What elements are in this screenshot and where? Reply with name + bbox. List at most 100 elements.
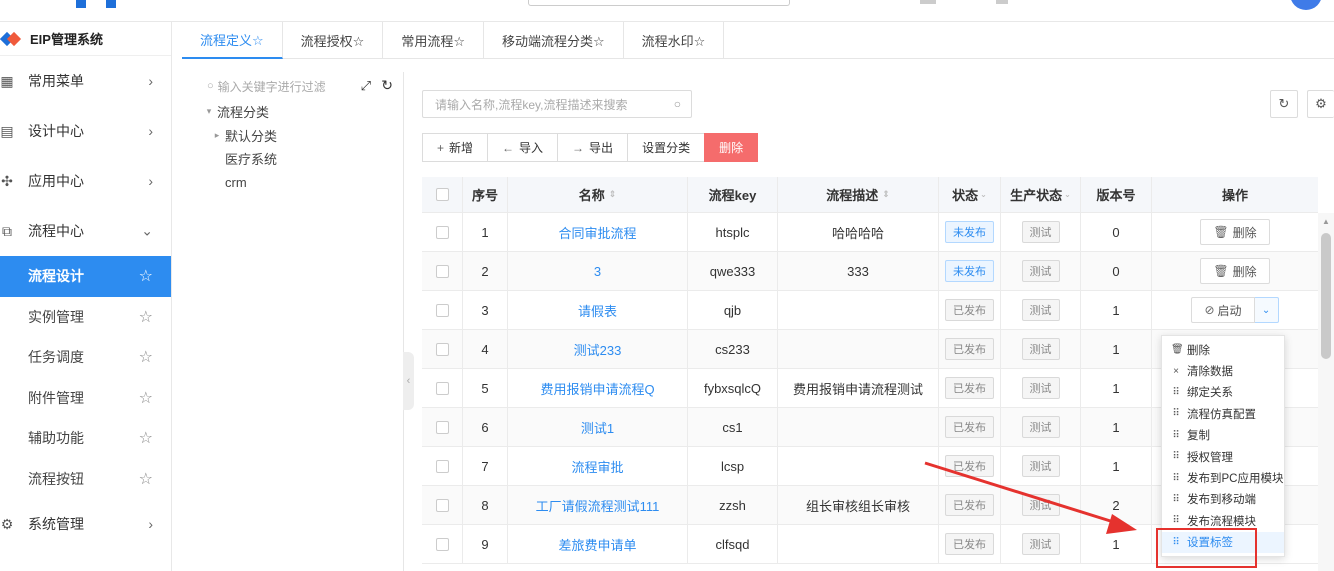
tree-node-default[interactable]: ▸ 默认分类 (197, 124, 403, 148)
sidebar-group-system[interactable]: ⚙ 系统管理 › (0, 499, 171, 549)
sidebar-item-scheduler[interactable]: 任务调度 ☆ (0, 337, 171, 378)
sidebar-group-common[interactable]: ▦ 常用菜单 › (0, 56, 171, 106)
sidebar-item-flow-design[interactable]: 流程设计 ☆ (0, 256, 171, 297)
header-icon[interactable] (996, 0, 1008, 4)
tree-filter-input[interactable]: ○ 输入关键字进行过滤 ⤢ ↻ (197, 72, 403, 100)
sidebar-item-attachments[interactable]: 附件管理 ☆ (0, 378, 171, 419)
settings-button[interactable]: ⚙ (1307, 90, 1334, 118)
row-delete-button[interactable]: 🗑 删除 (1200, 219, 1270, 245)
caret-down-icon[interactable]: ▾ (203, 106, 215, 117)
import-button[interactable]: ← 导入 (487, 133, 559, 162)
tab-flow-definition[interactable]: 流程定义☆ (182, 22, 283, 59)
sidebar-group-apps[interactable]: ✣ 应用中心 › (0, 156, 171, 206)
row-name-link[interactable]: 费用报销申请流程Q (540, 379, 654, 398)
dropdown-item[interactable]: ⠿ 发布到移动端 (1162, 489, 1284, 510)
row-checkbox[interactable] (435, 342, 449, 356)
sort-icon[interactable]: ⇕ (882, 189, 890, 200)
tab-common-flow[interactable]: 常用流程☆ (383, 22, 484, 59)
refresh-button[interactable]: ↻ (1270, 90, 1298, 118)
row-desc (778, 525, 939, 563)
row-name-link[interactable]: 测试233 (574, 340, 622, 359)
global-search-input[interactable] (528, 0, 790, 6)
avatar[interactable] (1290, 0, 1322, 10)
col-prod-state[interactable]: 生产状态 ⌄ (1001, 177, 1081, 212)
batch-delete-button[interactable]: 删除 (704, 133, 759, 162)
tab-mobile-category[interactable]: 移动端流程分类☆ (484, 22, 624, 59)
row-name-link[interactable]: 流程审批 (571, 457, 623, 476)
row-checkbox[interactable] (435, 303, 449, 317)
caret-right-icon[interactable]: ▸ (211, 130, 223, 141)
row-checkbox[interactable] (435, 459, 449, 473)
table-row[interactable]: 1 合同审批流程 htsplc 哈哈哈哈 未发布 测试 0 🗑 删除 (422, 213, 1318, 252)
star-icon[interactable]: ☆ (139, 266, 153, 286)
col-name[interactable]: 名称 ⇕ (508, 177, 688, 212)
row-checkbox[interactable] (435, 225, 449, 239)
row-name-link[interactable]: 差旅费申请单 (558, 535, 636, 554)
sidebar-item-instance[interactable]: 实例管理 ☆ (0, 297, 171, 338)
star-icon[interactable]: ☆ (139, 388, 153, 408)
star-icon[interactable]: ☆ (139, 307, 153, 327)
row-checkbox[interactable] (435, 498, 449, 512)
row-name-link[interactable]: 3 (594, 264, 601, 279)
row-prod-cell: 测试 (1001, 408, 1081, 446)
tree-node-medical[interactable]: 医疗系统 (197, 147, 403, 171)
row-name-link[interactable]: 测试1 (581, 418, 614, 437)
row-checkbox[interactable] (435, 537, 449, 551)
flow-search-input[interactable]: 请输入名称,流程key,流程描述来搜索 ○ (422, 90, 692, 118)
scroll-up-icon[interactable]: ▲ (1322, 217, 1330, 226)
star-icon[interactable]: ☆ (139, 428, 153, 448)
row-key: qwe333 (688, 252, 778, 290)
row-delete-button[interactable]: 🗑 删除 (1200, 258, 1270, 284)
sort-icon[interactable]: ⇕ (609, 189, 617, 200)
export-button[interactable]: → 导出 (557, 133, 629, 162)
set-category-button[interactable]: 设置分类 (627, 133, 706, 162)
row-desc: 哈哈哈哈 (778, 213, 939, 251)
row-name-link[interactable]: 请假表 (578, 301, 617, 320)
row-checkbox[interactable] (435, 264, 449, 278)
dropdown-item[interactable]: ⠿ 授权管理 (1162, 446, 1284, 467)
dropdown-item[interactable]: ⠿ 流程仿真配置 (1162, 403, 1284, 424)
sidebar-item-buttons[interactable]: 流程按钮 ☆ (0, 459, 171, 500)
scroll-thumb[interactable] (1321, 233, 1331, 359)
dropdown-item[interactable]: 🗑 删除 (1162, 339, 1284, 360)
list-toolbar: + 新增 ← 导入 → 导出 设置分类 删除 (422, 133, 759, 162)
expand-icon[interactable]: ⤢ (361, 78, 371, 94)
dropdown-item[interactable]: × 清除数据 (1162, 360, 1284, 381)
row-start-button[interactable]: ⊘ 启动 (1191, 297, 1255, 323)
star-icon[interactable]: ☆ (139, 347, 153, 367)
dropdown-item[interactable]: ⠿ 复制 (1162, 425, 1284, 446)
row-checkbox[interactable] (435, 420, 449, 434)
sidebar-group-flow[interactable]: ⧉ 流程中心 ⌄ (0, 206, 171, 256)
dropdown-item[interactable]: ⠿ 发布到PC应用模块 (1162, 467, 1284, 488)
add-button[interactable]: + 新增 (422, 133, 489, 162)
tree-node-crm[interactable]: crm (197, 171, 403, 195)
col-desc[interactable]: 流程描述 ⇕ (778, 177, 939, 212)
header-icon[interactable] (920, 0, 936, 4)
filter-icon[interactable]: ⌄ (980, 190, 987, 199)
row-more-dropdown-toggle[interactable]: ⌄ (1254, 297, 1279, 323)
row-op-cell: 🗑 删除 (1152, 252, 1318, 290)
table-row[interactable]: 3 请假表 qjb 已发布 测试 1 ⊘ 启动 ⌄ (422, 291, 1318, 330)
dropdown-item[interactable]: ⠿ 绑定关系 (1162, 382, 1284, 403)
search-icon[interactable]: ○ (674, 97, 681, 111)
table-scrollbar[interactable]: ▲ (1318, 213, 1334, 571)
row-checkbox[interactable] (435, 381, 449, 395)
star-icon[interactable]: ☆ (139, 469, 153, 489)
row-name-link[interactable]: 工厂请假流程测试111 (536, 496, 660, 515)
tab-watermark[interactable]: 流程水印☆ (624, 22, 725, 59)
row-start-split-button[interactable]: ⊘ 启动 ⌄ (1191, 297, 1279, 323)
table-row[interactable]: 2 3 qwe333 333 未发布 测试 0 🗑 删除 (422, 252, 1318, 291)
collapse-tree-handle[interactable]: ‹ (403, 352, 414, 410)
select-all-checkbox[interactable] (435, 188, 449, 201)
sidebar-group-design[interactable]: ▤ 设计中心 › (0, 106, 171, 156)
refresh-icon[interactable]: ↻ (381, 77, 393, 94)
filter-icon[interactable]: ⌄ (1064, 190, 1071, 199)
batch-delete-label: 删除 (719, 141, 744, 155)
row-name-link[interactable]: 合同审批流程 (558, 223, 636, 242)
sidebar-item-aux[interactable]: 辅助功能 ☆ (0, 418, 171, 459)
col-state[interactable]: 状态 ⌄ (939, 177, 1001, 212)
grid-icon: ⠿ (1172, 386, 1180, 398)
tab-flow-authorization[interactable]: 流程授权☆ (283, 22, 384, 59)
category-tree: ○ 输入关键字进行过滤 ⤢ ↻ ▾ 流程分类 ▸ 默认分类 医疗系统 crm (197, 72, 404, 571)
tree-node-root[interactable]: ▾ 流程分类 (197, 100, 403, 124)
